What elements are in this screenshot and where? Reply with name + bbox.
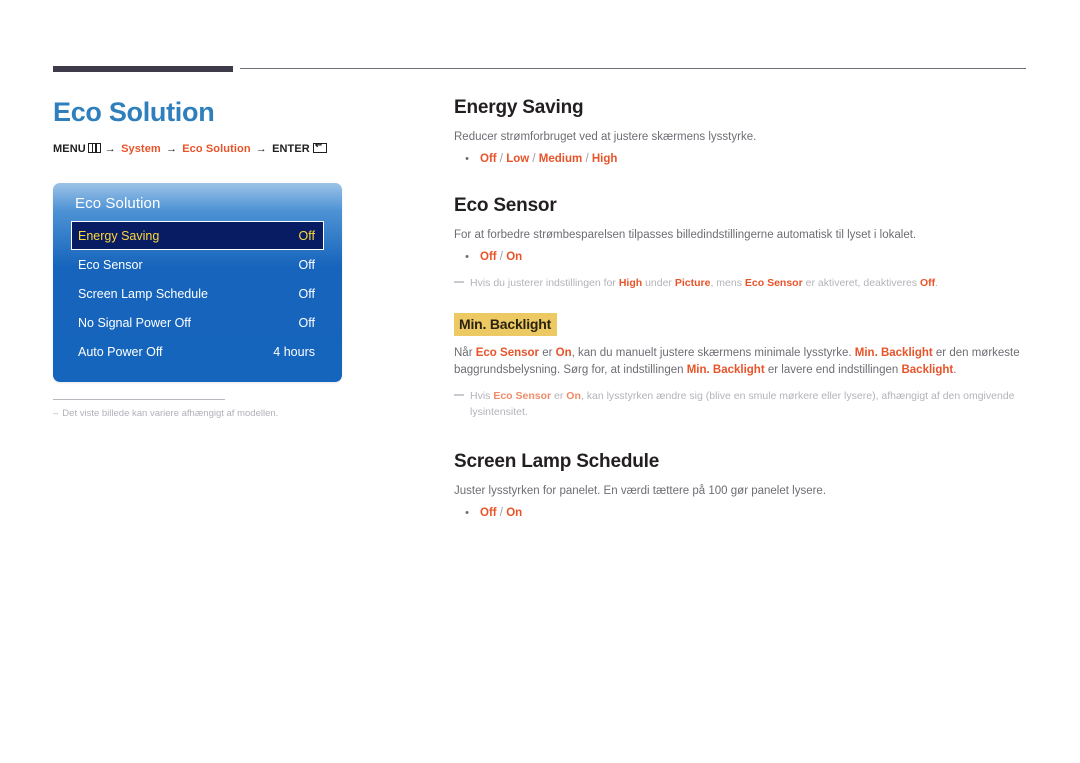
- note-keyword: Off: [920, 277, 936, 289]
- note-keyword: High: [618, 277, 643, 289]
- option-value: Off: [480, 153, 497, 165]
- note-text: Hvis: [470, 390, 494, 402]
- breadcrumb-step-system: System: [121, 143, 161, 155]
- body-keyword: Backlight: [901, 364, 954, 376]
- section-body-eco-sensor: For at forbedre strømbesparelsen tilpass…: [454, 229, 917, 241]
- note-text: .: [935, 277, 939, 289]
- breadcrumb-arrow-1: →: [104, 143, 116, 155]
- option-value: Medium: [538, 153, 583, 165]
- option-value: Low: [506, 153, 530, 165]
- left-column: Eco Solution MENU → System → Eco Solution…: [53, 95, 423, 155]
- option-list-text: Off / On: [480, 251, 523, 263]
- breadcrumb-enter-label: ENTER: [272, 143, 310, 155]
- osd-row-energy-saving[interactable]: Energy Saving Off: [71, 221, 324, 250]
- note-text: er aktiveret, deaktiveres: [802, 277, 920, 289]
- note-min-backlight: Hvis Eco Sensor er On, kan lysstyrken æn…: [454, 388, 1034, 420]
- osd-value: 4 hours: [273, 344, 315, 359]
- note-keyword: Eco Sensor: [744, 277, 803, 289]
- section-heading-min-backlight-wrap: Min. Backlight: [454, 313, 1034, 336]
- right-column: Energy Saving Reducer strømforbruget ved…: [454, 96, 1034, 522]
- option-list-screen-lamp-schedule: • Off / On: [454, 505, 1034, 522]
- section-heading-min-backlight: Min. Backlight: [454, 313, 558, 336]
- osd-row-eco-sensor[interactable]: Eco Sensor Off: [71, 250, 324, 279]
- body-text: er: [539, 347, 556, 359]
- osd-label: Energy Saving: [78, 228, 160, 243]
- body-text: .: [953, 364, 957, 376]
- section-body-screen-lamp-schedule: Juster lysstyrken for panelet. En værdi …: [454, 485, 827, 497]
- osd-row-screen-lamp-schedule[interactable]: Screen Lamp Schedule Off: [71, 279, 324, 308]
- body-text: er lavere end indstillingen: [764, 364, 902, 376]
- osd-value: Off: [298, 286, 315, 301]
- bullet-dot-icon: •: [465, 153, 469, 165]
- menu-grid-icon: [87, 143, 101, 153]
- footnote-dash: –: [53, 408, 59, 419]
- osd-value: Off: [298, 315, 315, 330]
- breadcrumb-menu-label: MENU: [53, 143, 86, 155]
- body-keyword: Min. Backlight: [686, 364, 765, 376]
- section-heading-energy-saving: Energy Saving: [454, 97, 584, 118]
- page-title: Eco Solution: [53, 97, 215, 127]
- note-text: Hvis du justerer indstillingen for: [470, 277, 619, 289]
- bullet-dot-icon: •: [465, 507, 469, 519]
- option-value: High: [591, 153, 618, 165]
- header-rule-thin: [240, 68, 1026, 69]
- option-list-text: Off / On: [480, 507, 523, 519]
- section-body-energy-saving: Reducer strømforbruget ved at justere sk…: [454, 131, 757, 143]
- enter-return-icon: [312, 143, 327, 153]
- osd-label: Eco Sensor: [78, 257, 143, 272]
- note-keyword: Eco Sensor: [493, 390, 552, 402]
- osd-panel-title: Eco Solution: [75, 195, 161, 212]
- osd-row-no-signal-power-off[interactable]: No Signal Power Off Off: [71, 308, 324, 337]
- note-text: er: [551, 390, 567, 402]
- osd-label: No Signal Power Off: [78, 315, 192, 330]
- header-rule-thick: [53, 66, 233, 72]
- body-text: , kan du manuelt justere skærmens minima…: [571, 347, 855, 359]
- footnote: – Det viste billede kan variere afhængigt…: [53, 406, 383, 421]
- osd-label: Auto Power Off: [78, 344, 163, 359]
- osd-row-auto-power-off[interactable]: Auto Power Off 4 hours: [71, 337, 324, 366]
- breadcrumb-step-eco-solution: Eco Solution: [182, 143, 251, 155]
- option-list-energy-saving: • Off / Low / Medium / High: [454, 151, 1034, 168]
- option-list-text: Off / Low / Medium / High: [480, 153, 618, 165]
- osd-label: Screen Lamp Schedule: [78, 286, 208, 301]
- body-keyword: Min. Backlight: [854, 347, 933, 359]
- section-heading-eco-sensor: Eco Sensor: [454, 195, 557, 216]
- body-text: Når: [454, 347, 476, 359]
- breadcrumb-arrow-2: →: [165, 143, 178, 155]
- note-text: under: [642, 277, 675, 289]
- note-eco-sensor: Hvis du justerer indstillingen for High …: [454, 275, 1034, 291]
- body-keyword: Eco Sensor: [475, 347, 540, 359]
- body-keyword: On: [555, 347, 572, 359]
- footnote-text: Det viste billede kan variere afhængigt …: [62, 408, 279, 419]
- option-value: Off: [480, 251, 497, 263]
- osd-value: Off: [298, 228, 315, 243]
- note-text: , mens: [710, 277, 745, 289]
- footnote-rule: [53, 399, 225, 400]
- osd-value: Off: [298, 257, 315, 272]
- osd-menu-panel: Eco Solution Energy Saving Off Eco Senso…: [53, 183, 342, 382]
- option-list-eco-sensor: • Off / On: [454, 249, 1034, 266]
- note-keyword: On: [566, 390, 581, 402]
- note-keyword: Picture: [674, 277, 711, 289]
- section-heading-screen-lamp-schedule: Screen Lamp Schedule: [454, 451, 660, 472]
- osd-menu-list: Energy Saving Off Eco Sensor Off Screen …: [53, 221, 342, 366]
- bullet-dot-icon: •: [465, 251, 469, 263]
- breadcrumb-arrow-3: →: [255, 143, 267, 155]
- option-value: Off: [480, 507, 497, 519]
- option-value: On: [506, 507, 523, 519]
- breadcrumb: MENU → System → Eco Solution → ENTER: [53, 143, 423, 155]
- section-body-min-backlight: Når Eco Sensor er On, kan du manuelt jus…: [454, 345, 1034, 379]
- option-value: On: [506, 251, 523, 263]
